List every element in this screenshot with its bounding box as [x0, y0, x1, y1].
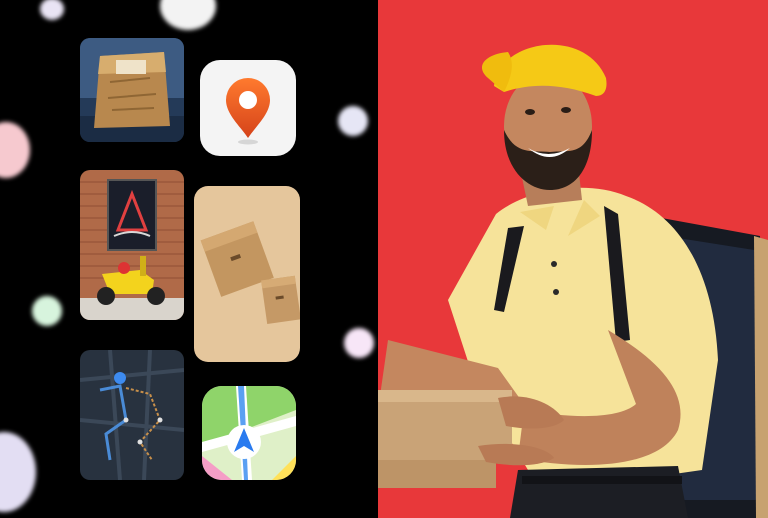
delivery-scooter-photo	[80, 170, 184, 320]
decor-dot	[40, 0, 64, 20]
navigation-arrow-icon	[202, 386, 296, 480]
hero-collage	[0, 0, 768, 518]
decor-dot	[344, 328, 374, 358]
navigation-app-icon	[202, 386, 296, 480]
decor-dot	[0, 432, 36, 512]
decor-dot	[338, 106, 368, 136]
paper-bag-photo	[80, 38, 184, 142]
decor-dot	[0, 122, 30, 178]
decor-dot	[160, 0, 216, 30]
route-map-photo	[80, 350, 184, 480]
delivery-man-photo	[378, 0, 768, 518]
cardboard-boxes-photo	[194, 186, 300, 362]
location-pin-app-icon	[200, 60, 296, 156]
location-pin-icon	[226, 78, 270, 145]
decor-dot	[32, 296, 62, 326]
